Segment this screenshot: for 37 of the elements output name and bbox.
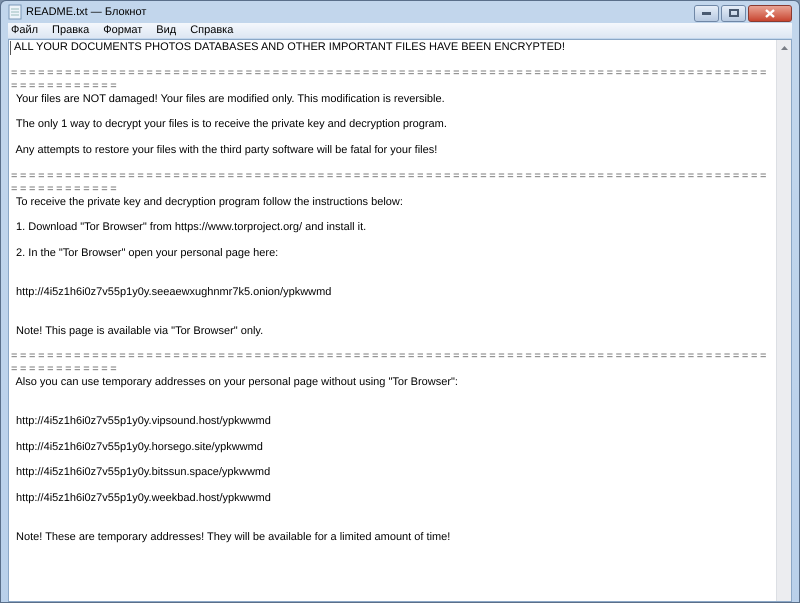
text-line: Any attempts to restore your files with the third party software will be fatal for your files! xyxy=(14,144,438,158)
text-line: http://4i5z1h6i0z7v55p1y0y.bitssun.space/ypkwwmd xyxy=(15,466,270,480)
menu-item[interactable]: Справка xyxy=(190,22,234,39)
text-line: http://4i5z1h6i0z7v55p1y0y.seeaewxughnmr7k5.onion/ypkwwmd xyxy=(15,286,332,299)
scrollbar[interactable] xyxy=(776,40,791,601)
separator-line: ==================================================================================== xyxy=(11,170,770,183)
text-line: http://4i5z1h6i0z7v55p1y0y.weekbad.host/ypkwwmd xyxy=(15,492,271,506)
text-line: Note! These are temporary addresses! They will be available for a limited amount of time! xyxy=(15,530,450,544)
menu-item[interactable]: Правка xyxy=(52,22,90,39)
text-line: http://4i5z1h6i0z7v55p1y0y.vipsound.host/ypkwwmd xyxy=(15,414,271,428)
menu-item[interactable]: Формат xyxy=(103,22,142,39)
maximize-button[interactable] xyxy=(721,4,746,22)
separator-line: ==================================================================================== xyxy=(11,66,770,80)
separator-line: ============ xyxy=(11,80,120,93)
text-line: ALL YOUR DOCUMENTS PHOTOS DATABASES AND OTHER IMPORTANT FILES HAVE BEEN ENCRYPTED! xyxy=(14,41,565,54)
close-button[interactable] xyxy=(748,4,792,22)
text-line: Also you can use temporary addresses on your personal page without using "Tor Browser": xyxy=(14,376,458,390)
window-title: README.txt — Блокнот xyxy=(26,4,146,20)
scroll-up-icon[interactable] xyxy=(780,46,788,50)
text-line: The only 1 way to decrypt your files is to receive the private key and decryption program. xyxy=(14,118,447,132)
text-cursor xyxy=(10,41,11,55)
text-line: To receive the private key and decryption program follow the instructions below: xyxy=(14,196,403,209)
close-icon xyxy=(765,8,775,18)
separator-line: ==================================================================================== xyxy=(11,350,770,364)
minimize-button[interactable] xyxy=(694,4,719,22)
menu-item[interactable]: Файл xyxy=(11,22,38,39)
minimize-icon xyxy=(702,12,711,14)
separator-line: ============ xyxy=(11,363,120,376)
text-line: http://4i5z1h6i0z7v55p1y0y.horsego.site/ypkwwmd xyxy=(15,440,263,454)
notepad-icon xyxy=(8,4,22,20)
separator-line: ============ xyxy=(11,182,120,196)
text-line: 2. In the "Tor Browser" open your personal page here: xyxy=(15,247,278,260)
text-line: 1. Download "Tor Browser" from https://www.torproject.org/ and install it. xyxy=(15,221,366,234)
menu-item[interactable]: Вид xyxy=(156,22,176,39)
text-line: Your files are NOT damaged! Your files are modified only. This modification is reversible. xyxy=(14,92,445,106)
text-line: Note! This page is available via "Tor Browser" only. xyxy=(15,324,264,338)
maximize-icon xyxy=(728,9,738,17)
